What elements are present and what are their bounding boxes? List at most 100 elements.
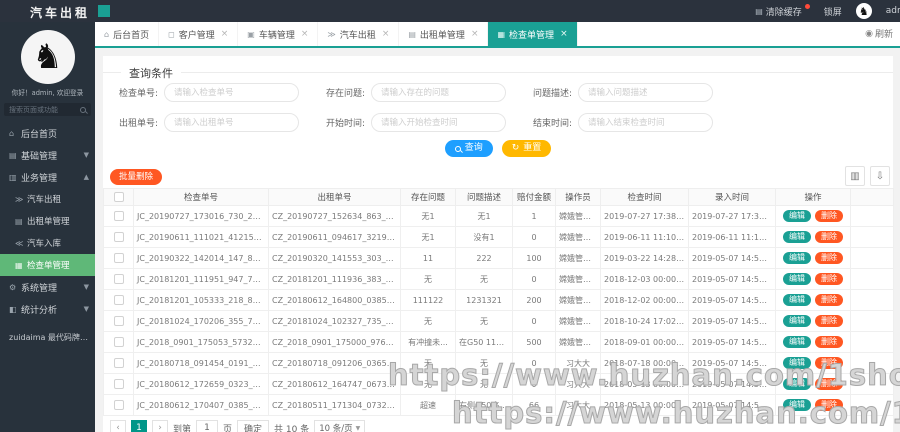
close-icon[interactable]: × bbox=[382, 29, 390, 39]
cell-check-time: 2018-09-01 00:00:00 bbox=[600, 331, 689, 353]
inspection-no-field-input[interactable] bbox=[164, 83, 299, 102]
delete-button[interactable]: 删除 bbox=[815, 210, 843, 222]
cell-operator: 嫦娥管理员 bbox=[555, 268, 601, 290]
next-page-button[interactable]: › bbox=[152, 420, 168, 432]
start-time-field-input[interactable] bbox=[371, 113, 506, 132]
cell-desc: 没有1 bbox=[455, 226, 513, 248]
sidebar-item-car-rent[interactable]: ≫ 汽车出租 bbox=[0, 188, 95, 210]
end-time-field: 结束时间: bbox=[522, 113, 715, 132]
edit-button[interactable]: 编辑 bbox=[783, 252, 811, 264]
page-confirm-button[interactable]: 确定 bbox=[237, 420, 270, 432]
menu-toggle-button[interactable] bbox=[98, 5, 110, 17]
delete-button[interactable]: 删除 bbox=[815, 315, 843, 327]
delete-button[interactable]: 删除 bbox=[815, 336, 843, 348]
tab-dashboard[interactable]: ⌂ 后台首页 bbox=[95, 22, 160, 46]
cell-rent-no: CZ_20180612_164747_0673_26177 bbox=[268, 373, 401, 395]
problem-exist-field-input[interactable] bbox=[371, 83, 506, 102]
cell-operator: 嫦娥管理员 bbox=[555, 247, 601, 269]
cell-check-no: JC_20181201_105333_218_89516 bbox=[133, 289, 269, 311]
close-icon[interactable]: × bbox=[301, 29, 309, 39]
end-time-field-input[interactable] bbox=[578, 113, 713, 132]
edit-button[interactable]: 编辑 bbox=[783, 294, 811, 306]
edit-button[interactable]: 编辑 bbox=[783, 357, 811, 369]
cell-check-time: 2019-06-11 11:10:21 bbox=[600, 226, 689, 248]
filter-columns-icon[interactable]: ▥ bbox=[845, 166, 865, 186]
tab-rent-order-mgmt[interactable]: ▤ 出租单管理 × bbox=[399, 22, 489, 46]
tab-car-rent[interactable]: ≫ 汽车出租 × bbox=[318, 22, 400, 46]
delete-button[interactable]: 删除 bbox=[815, 294, 843, 306]
page-jump-input[interactable] bbox=[196, 420, 219, 432]
row-checkbox[interactable] bbox=[113, 379, 124, 389]
row-checkbox[interactable] bbox=[113, 253, 124, 263]
row-checkbox[interactable] bbox=[113, 232, 124, 242]
logo: ♞ bbox=[0, 22, 95, 84]
cell-check-no: JC_20181024_170206_355_7589 bbox=[133, 310, 269, 332]
search-icon bbox=[454, 145, 461, 152]
edit-button[interactable]: 编辑 bbox=[783, 273, 811, 285]
per-page-select[interactable]: 10 条/页 ▼ bbox=[314, 420, 366, 432]
row-checkbox[interactable] bbox=[113, 274, 124, 284]
delete-button[interactable]: 删除 bbox=[815, 357, 843, 369]
cell-rent-no: CZ_20180511_171304_0732_67330 bbox=[268, 394, 401, 416]
edit-button[interactable]: 编辑 bbox=[783, 315, 811, 327]
sidebar-item-label: 检查单管理 bbox=[27, 261, 70, 271]
cell-check-no: JC_20180612_172659_0323_719... bbox=[133, 373, 269, 395]
prev-page-button[interactable]: ‹ bbox=[110, 420, 126, 432]
close-icon[interactable]: × bbox=[471, 29, 479, 39]
chevron-down-icon: ▼ bbox=[83, 151, 89, 159]
search-button[interactable]: 查询 bbox=[444, 140, 493, 157]
problem-desc-field-input[interactable] bbox=[578, 83, 713, 102]
edit-button[interactable]: 编辑 bbox=[783, 231, 811, 243]
row-checkbox[interactable] bbox=[113, 358, 124, 368]
delete-button[interactable]: 删除 bbox=[815, 231, 843, 243]
cell-problem: 无 bbox=[400, 352, 456, 374]
edit-button[interactable]: 编辑 bbox=[783, 399, 811, 411]
edit-button[interactable]: 编辑 bbox=[783, 336, 811, 348]
sidebar-item-dashboard[interactable]: ⌂ 后台首页 bbox=[0, 122, 95, 144]
cell-entry-time: 2019-05-07 14:55:30 bbox=[688, 373, 776, 395]
export-icon[interactable]: ⇩ bbox=[870, 166, 890, 186]
sidebar-item-car-storage[interactable]: ≪ 汽车入库 bbox=[0, 232, 95, 254]
reset-icon: ↻ bbox=[511, 143, 520, 153]
avatar[interactable]: ♞ bbox=[855, 3, 872, 19]
close-icon[interactable]: × bbox=[560, 29, 568, 39]
delete-button[interactable]: 删除 bbox=[815, 273, 843, 285]
current-page-button[interactable]: 1 bbox=[131, 420, 147, 432]
sidebar-item-basic-mgmt[interactable]: ▤ 基础管理 ▼ bbox=[0, 144, 95, 166]
tab-customer-mgmt[interactable]: ◻ 客户管理 × bbox=[159, 22, 239, 46]
tab-vehicle-mgmt[interactable]: ▣ 车辆管理 × bbox=[238, 22, 319, 46]
rent-no-field-input[interactable] bbox=[164, 113, 299, 132]
row-checkbox[interactable] bbox=[113, 337, 124, 347]
close-icon[interactable]: × bbox=[221, 29, 229, 39]
cell-desc: 无 bbox=[455, 268, 513, 290]
batch-delete-button[interactable]: 批量删除 bbox=[110, 169, 163, 185]
sidebar-item-rent-order-mgmt[interactable]: ▤ 出租单管理 bbox=[0, 210, 95, 232]
row-checkbox[interactable] bbox=[113, 295, 124, 305]
row-checkbox[interactable] bbox=[113, 400, 124, 410]
cell-actions: 编辑 删除 bbox=[775, 226, 851, 248]
delete-button[interactable]: 删除 bbox=[815, 378, 843, 390]
row-checkbox[interactable] bbox=[113, 211, 124, 221]
refresh-button[interactable]: ◉ 刷新 bbox=[865, 27, 893, 41]
select-all-checkbox[interactable] bbox=[113, 191, 124, 202]
cell-desc: 无 bbox=[455, 373, 513, 395]
sidebar-item-inspection-mgmt[interactable]: ▦ 检查单管理 bbox=[0, 254, 95, 276]
home-icon: ⌂ bbox=[104, 29, 110, 39]
delete-button[interactable]: 删除 bbox=[815, 399, 843, 411]
sidebar-item-business-mgmt[interactable]: ▥ 业务管理 ▲ bbox=[0, 166, 95, 188]
delete-button[interactable]: 删除 bbox=[815, 252, 843, 264]
sidebar-search-input[interactable]: 搜索页面或功能 bbox=[4, 103, 91, 116]
username[interactable]: admin bbox=[886, 6, 900, 16]
tab-inspection-mgmt[interactable]: ▦ 检查单管理 × bbox=[488, 22, 578, 46]
row-checkbox[interactable] bbox=[113, 316, 124, 326]
sidebar-item-zuidaima[interactable]: zuidaima 最代码牌汽车 bbox=[0, 326, 95, 348]
sidebar-item-system-mgmt[interactable]: ⚙ 系统管理 ▼ bbox=[0, 276, 95, 298]
cell-problem: 无1 bbox=[400, 205, 456, 227]
table-row: JC_20190322_142014_147_8624 CZ_20190320_1… bbox=[103, 247, 894, 269]
edit-button[interactable]: 编辑 bbox=[783, 378, 811, 390]
edit-button[interactable]: 编辑 bbox=[783, 210, 811, 222]
lock-screen-button[interactable]: 锁屏 bbox=[824, 5, 842, 18]
sidebar-item-stats[interactable]: ◧ 统计分析 ▼ bbox=[0, 298, 95, 320]
reset-button[interactable]: ↻ 重置 bbox=[501, 140, 552, 157]
clear-cache-button[interactable]: ▤ 清除缓存 bbox=[755, 3, 810, 18]
